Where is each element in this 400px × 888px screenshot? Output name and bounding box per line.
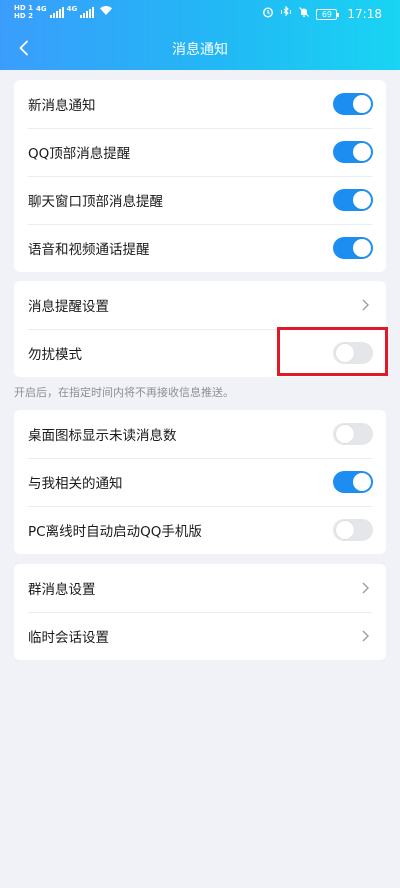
chevron-right-icon	[362, 299, 369, 311]
signal-1-icon	[49, 7, 64, 18]
setting-label: 聊天窗口顶部消息提醒	[28, 194, 163, 210]
toggle-qq-top[interactable]	[333, 141, 373, 163]
setting-label: 与我相关的通知	[28, 476, 123, 492]
setting-label: 语音和视频通话提醒	[28, 242, 150, 258]
sim2-tag: HD 2	[14, 12, 33, 20]
toggle-related-notice[interactable]	[333, 471, 373, 493]
network-gen-1: 4G	[35, 5, 47, 13]
app-header: HD 1 HD 2 4G 4G 69 17:18 消息通知	[0, 0, 400, 70]
setting-row-chat-top: 聊天窗口顶部消息提醒	[14, 176, 386, 224]
setting-label: 桌面图标显示未读消息数	[28, 428, 177, 444]
mute-bell-icon	[298, 6, 310, 22]
setting-row-unread-badge: 桌面图标显示未读消息数	[14, 410, 386, 458]
toggle-call-alert[interactable]	[333, 237, 373, 259]
setting-row-pc-offline: PC离线时自动启动QQ手机版	[14, 506, 386, 554]
session-settings-card: 群消息设置 临时会话设置	[14, 564, 386, 660]
setting-row-call-alert: 语音和视频通话提醒	[14, 224, 386, 272]
setting-row-temp-session[interactable]: 临时会话设置	[14, 612, 386, 660]
status-time: 17:18	[347, 7, 382, 21]
toggle-chat-top[interactable]	[333, 189, 373, 211]
hd-tags: HD 1 HD 2	[14, 5, 33, 20]
setting-label: QQ顶部消息提醒	[28, 146, 131, 162]
toggle-new-message[interactable]	[333, 93, 373, 115]
network-gen-2: 4G	[66, 5, 78, 13]
alarm-icon	[262, 6, 274, 22]
setting-label: 新消息通知	[28, 98, 96, 114]
battery-icon: 69	[316, 8, 340, 20]
signal-2-icon	[80, 7, 95, 18]
setting-row-alert-settings[interactable]: 消息提醒设置	[14, 281, 386, 329]
setting-label: PC离线时自动启动QQ手机版	[28, 524, 202, 540]
notification-group-card: 新消息通知 QQ顶部消息提醒 聊天窗口顶部消息提醒 语音和视频通话提醒	[14, 80, 386, 272]
battery-level: 69	[321, 9, 332, 19]
setting-label: 临时会话设置	[28, 630, 109, 646]
setting-label: 消息提醒设置	[28, 299, 109, 315]
toggle-unread-badge[interactable]	[333, 423, 373, 445]
setting-row-qq-top: QQ顶部消息提醒	[14, 128, 386, 176]
status-bar: HD 1 HD 2 4G 4G 69 17:18	[0, 0, 400, 28]
do-not-disturb-hint: 开启后，在指定时间内将不再接收信息推送。	[14, 386, 234, 399]
chevron-right-icon	[362, 630, 369, 642]
setting-label: 群消息设置	[28, 582, 96, 598]
setting-row-group-message[interactable]: 群消息设置	[14, 564, 386, 612]
highlight-annotation-box	[277, 327, 388, 376]
status-right: 69 17:18	[262, 5, 382, 22]
setting-row-new-message: 新消息通知	[14, 80, 386, 128]
toggle-pc-offline[interactable]	[333, 519, 373, 541]
wifi-icon	[99, 5, 113, 18]
sim1-tag: HD 1	[14, 4, 33, 12]
signal-indicators: HD 1 HD 2 4G 4G	[14, 5, 113, 20]
chevron-right-icon	[362, 582, 369, 594]
setting-row-related-notice: 与我相关的通知	[14, 458, 386, 506]
other-notification-card: 桌面图标显示未读消息数 与我相关的通知 PC离线时自动启动QQ手机版	[14, 410, 386, 554]
page-title: 消息通知	[172, 42, 228, 58]
bluetooth-vibrate-icon	[280, 5, 292, 22]
